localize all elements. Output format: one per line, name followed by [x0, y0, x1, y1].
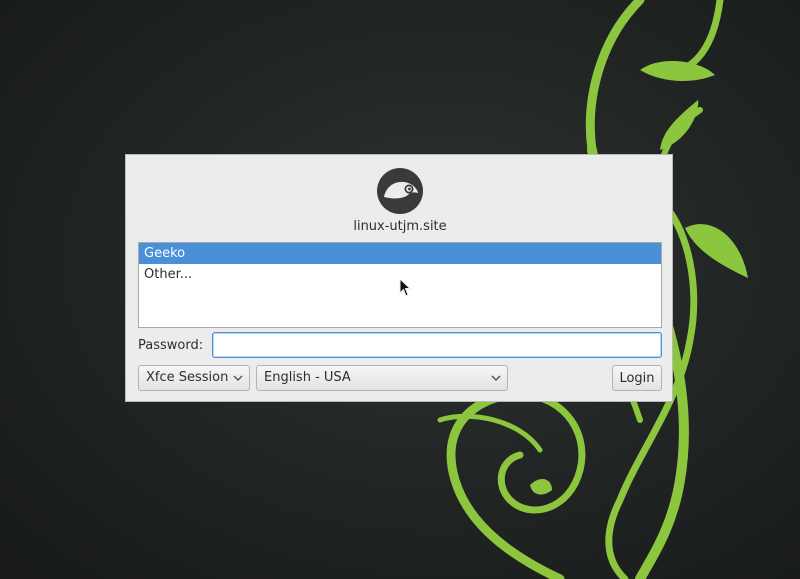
login-screen-background: linux-utjm.site Geeko Other... Password:…	[0, 0, 800, 579]
language-select-value: English - USA	[264, 370, 351, 385]
session-select[interactable]: Xfce Session	[138, 365, 250, 391]
session-select-value: Xfce Session	[146, 370, 229, 385]
language-select[interactable]: English - USA	[256, 365, 508, 391]
user-item-geeko[interactable]: Geeko	[139, 243, 661, 264]
chevron-down-icon	[491, 375, 501, 382]
mouse-pointer-icon	[399, 278, 411, 297]
login-button[interactable]: Login	[612, 365, 662, 391]
opensuse-logo-icon	[377, 168, 423, 214]
hostname-label: linux-utjm.site	[353, 219, 447, 234]
password-label: Password:	[138, 338, 204, 353]
chevron-down-icon	[233, 375, 243, 382]
password-field[interactable]	[212, 332, 662, 358]
